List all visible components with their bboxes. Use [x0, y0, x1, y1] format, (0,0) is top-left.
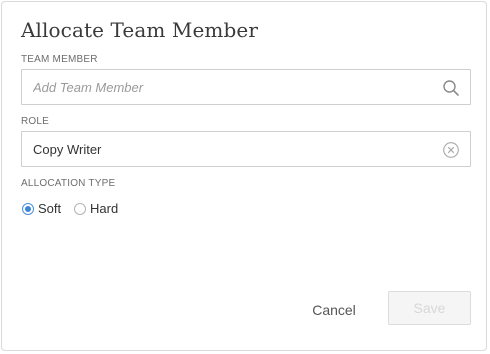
radio-soft-indicator[interactable] — [22, 203, 34, 215]
allocate-team-member-dialog: Allocate Team Member TEAM MEMBER ROLE AL… — [1, 1, 487, 351]
role-input[interactable] — [33, 132, 433, 166]
radio-hard-label: Hard — [90, 201, 119, 216]
search-icon[interactable] — [442, 79, 460, 97]
cancel-button[interactable]: Cancel — [304, 298, 364, 322]
radio-hard-indicator[interactable] — [74, 203, 86, 215]
dialog-title: Allocate Team Member — [21, 18, 258, 42]
save-button[interactable]: Save — [388, 291, 471, 325]
team-member-input[interactable] — [33, 70, 433, 104]
role-field[interactable] — [21, 131, 471, 167]
radio-soft[interactable]: Soft — [21, 199, 67, 219]
allocation-type-label: ALLOCATION TYPE — [21, 178, 116, 189]
radio-soft-label: Soft — [38, 201, 62, 216]
team-member-label: TEAM MEMBER — [21, 54, 98, 65]
clear-icon[interactable] — [442, 141, 460, 159]
radio-hard[interactable]: Hard — [73, 199, 125, 219]
team-member-field[interactable] — [21, 69, 471, 105]
role-label: ROLE — [21, 116, 50, 127]
